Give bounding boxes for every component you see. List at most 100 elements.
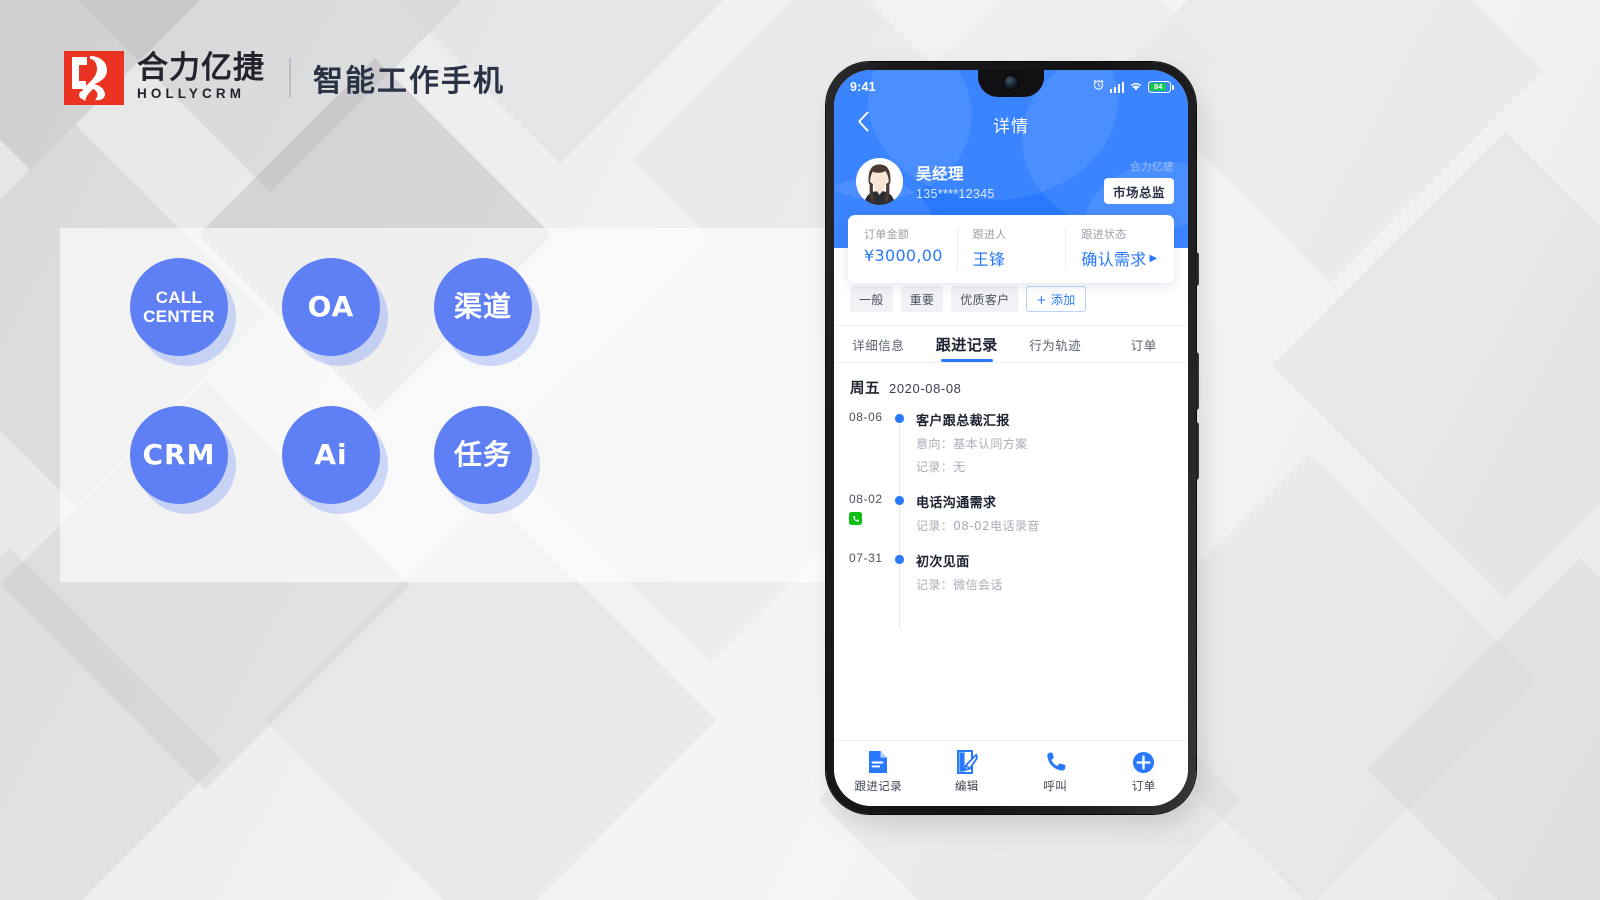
wifi-icon [1129, 78, 1143, 96]
battery-icon: 84 [1148, 81, 1174, 93]
battery-level: 84 [1154, 82, 1163, 92]
module-label-line1: CALL [155, 287, 203, 307]
customer-name: 吴经理 [916, 165, 965, 183]
bottom-nav-label: 订单 [1131, 779, 1156, 793]
follow-up-owner-value: 王锋 [972, 250, 1006, 269]
timeline-dot [895, 414, 904, 423]
front-camera-icon [1004, 76, 1018, 89]
summary-cell-amount: 订单金额 ¥3000,00 [848, 215, 957, 283]
timeline-entry-line: 意向：基本认同方案 [916, 437, 1028, 451]
tag-chip[interactable]: 一般 [850, 286, 893, 312]
timeline-entry-title: 电话沟通需求 [916, 496, 997, 511]
chevron-left-icon [857, 111, 870, 137]
bottom-nav-call[interactable]: 呼叫 [1011, 750, 1100, 794]
battery-cap [1172, 84, 1174, 90]
battery-body: 84 [1148, 81, 1172, 93]
module-channel[interactable]: 渠道 [434, 258, 540, 366]
brand-header: 合力亿捷 HOLLYCRM 智能工作手机 [64, 50, 505, 106]
company-name: 合力亿捷 [1130, 161, 1174, 173]
timeline-entry-title: 客户跟总裁汇报 [916, 414, 1010, 429]
phone-recording-icon[interactable] [849, 512, 862, 525]
follow-up-status-value: 确认需求 [1081, 250, 1147, 269]
plus-circle-icon [1132, 750, 1155, 774]
tab-detail-info[interactable]: 详细信息 [834, 326, 923, 362]
bubble-disc: Ai [282, 406, 380, 504]
module-task[interactable]: 任务 [434, 406, 540, 514]
timeline-entry-meta: 08-02 [834, 492, 899, 534]
back-button[interactable] [848, 109, 878, 139]
module-label-line2: CENTER [143, 307, 215, 326]
module-oa[interactable]: OA [282, 258, 388, 366]
brand-divider [289, 58, 291, 98]
module-crm[interactable]: CRM [130, 406, 236, 514]
bubble-disc: CALL CENTER [130, 258, 228, 356]
bottom-nav-label: 跟进记录 [854, 779, 903, 793]
bubble-disc: OA [282, 258, 380, 356]
tag-chip[interactable]: 重要 [900, 286, 944, 312]
edit-pencil-icon [956, 750, 978, 774]
tab-follow-up-record[interactable]: 跟进记录 [923, 326, 1012, 362]
timeline-date: 2020-08-08 [889, 381, 962, 396]
phone-volume-up-button[interactable] [1195, 352, 1199, 410]
status-clock: 9:41 [850, 80, 876, 94]
module-label: 任务 [453, 438, 512, 472]
summary-cell-status[interactable]: 跟进状态 确认需求 ▶ [1065, 215, 1174, 283]
brand-name-cn: 合力亿捷 [137, 49, 265, 86]
bubble-disc: CRM [130, 406, 228, 504]
bottom-nav-order[interactable]: 订单 [1100, 750, 1189, 794]
timeline-dot [895, 555, 904, 564]
phone-handset-icon [1044, 750, 1066, 774]
timeline-entry-title: 初次见面 [916, 555, 970, 570]
brand-wordmark: 合力亿捷 HOLLYCRM [137, 52, 265, 104]
bubble-disc: 渠道 [434, 258, 532, 356]
nav-bar: 详情 [834, 104, 1188, 144]
timeline-entry-meta: 07-31 [834, 551, 899, 593]
tab-behavior-track[interactable]: 行为轨迹 [1011, 326, 1100, 362]
summary-label: 订单金额 [864, 228, 910, 241]
summary-label: 跟进人 [972, 228, 1007, 241]
phone-power-button[interactable] [1195, 252, 1199, 286]
timeline-entry-line: 记录：微信会话 [916, 578, 1003, 592]
profile-row: 吴经理 135****12345 合力亿捷 市场总监 [834, 144, 1188, 205]
phone-frame: 9:41 84 详情 吴经理 135****12345 合力亿捷 市场总监 订单… [826, 62, 1199, 814]
timeline-entry[interactable]: 08-06 客户跟总裁汇报 意向：基本认同方案 记录：无 [834, 410, 1188, 492]
bottom-nav-edit[interactable]: 编辑 [923, 750, 1012, 794]
timeline-entry[interactable]: 07-31 初次见面 记录：微信会话 [834, 551, 1188, 610]
timeline-weekday: 周五 [850, 381, 880, 397]
timeline-entry[interactable]: 08-02 电话沟通需求 记录：08-02电话录音 [834, 492, 1188, 551]
status-indicators: 84 [1092, 78, 1174, 96]
timeline-entry-date: 08-06 [849, 410, 883, 424]
document-lines-icon [867, 750, 889, 774]
phone-volume-down-button[interactable] [1195, 422, 1199, 480]
module-ai[interactable]: Ai [282, 406, 388, 514]
user-avatar-female-icon[interactable] [856, 158, 903, 205]
timeline-entry-date: 08-02 [849, 492, 883, 506]
alarm-clock-icon [1092, 78, 1105, 96]
chevron-right-icon: ▶ [1149, 252, 1158, 264]
timeline-entry-meta: 08-06 [834, 410, 899, 475]
hollycrm-logo-mark-icon [64, 51, 124, 105]
role-badge: 市场总监 [1103, 178, 1174, 204]
brand-tagline: 智能工作手机 [313, 64, 505, 99]
module-call-center[interactable]: CALL CENTER [130, 258, 236, 366]
timeline-entry-body: 客户跟总裁汇报 意向：基本认同方案 记录：无 [899, 410, 1174, 475]
bottom-nav-label: 编辑 [954, 779, 979, 793]
timeline-date-header: 周五 2020-08-08 [834, 377, 1188, 410]
timeline-entry-line: 记录：08-02电话录音 [916, 519, 1040, 533]
bottom-action-bar: 跟进记录 编辑 呼叫 订单 [834, 740, 1188, 806]
timeline-dot [895, 496, 904, 505]
bottom-nav-follow-up-record[interactable]: 跟进记录 [834, 750, 923, 794]
tag-chip[interactable]: 优质客户 [951, 286, 1019, 312]
order-amount-value: ¥3000,00 [864, 246, 943, 265]
tab-orders[interactable]: 订单 [1100, 326, 1189, 362]
summary-cell-owner: 跟进人 王锋 [956, 215, 1066, 283]
brand-name-en: HOLLYCRM [137, 86, 246, 102]
timeline-entry-date: 07-31 [849, 551, 883, 565]
add-tag-button[interactable]: + 添加 [1026, 286, 1086, 312]
summary-value: ¥3000,00 [864, 246, 957, 265]
bubble-disc: 任务 [434, 406, 532, 504]
summary-label: 跟进状态 [1081, 228, 1127, 241]
timeline: 周五 2020-08-08 08-06 客户跟总裁汇报 意向：基本认同方案 记录… [834, 363, 1188, 639]
battery-fill: 84 [1150, 82, 1167, 92]
timeline-entry-line: 记录：无 [916, 460, 966, 474]
